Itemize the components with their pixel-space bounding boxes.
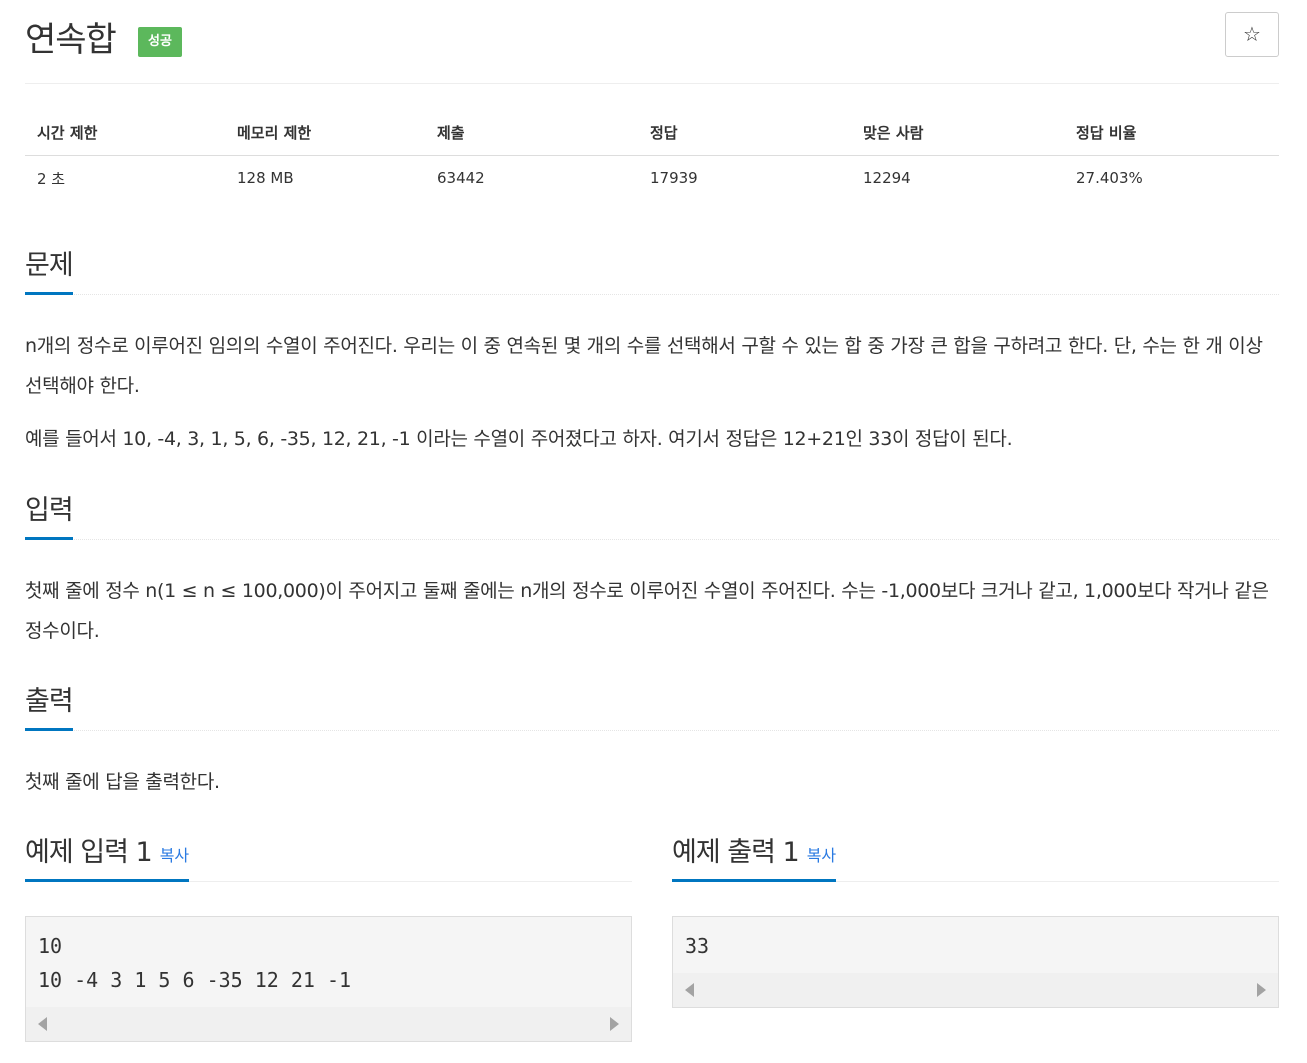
header-solvers: 맞은 사람 xyxy=(851,110,1064,156)
header-time-limit: 시간 제한 xyxy=(25,110,225,156)
sample-input-scrollbar[interactable] xyxy=(26,1007,631,1041)
problem-paragraph-1: n개의 정수로 이루어진 임의의 수열이 주어진다. 우리는 이 중 연속된 몇… xyxy=(25,335,1263,397)
header-ratio: 정답 비율 xyxy=(1064,110,1279,156)
status-badge: 성공 xyxy=(138,27,182,57)
copy-output-link[interactable]: 복사 xyxy=(807,846,836,865)
scroll-right-icon[interactable] xyxy=(610,1017,619,1031)
header-accepted: 정답 xyxy=(638,110,851,156)
output-paragraph: 첫째 줄에 답을 출력한다. xyxy=(25,771,220,793)
sample-input-header: 예제 입력 1 복사 xyxy=(25,830,632,882)
sample-output-box: 33 xyxy=(672,916,1279,1008)
title-row: 연속합 성공 ☆ xyxy=(25,0,1279,84)
problem-info-table: 시간 제한 메모리 제한 제출 정답 맞은 사람 정답 비율 2 초 128 M… xyxy=(25,110,1279,201)
sample-input-heading: 예제 입력 1 xyxy=(25,837,153,868)
header-submissions: 제출 xyxy=(425,110,638,156)
info-header-row: 시간 제한 메모리 제한 제출 정답 맞은 사람 정답 비율 xyxy=(25,110,1279,156)
info-value-row: 2 초 128 MB 63442 17939 12294 27.403% xyxy=(25,155,1279,201)
star-icon: ☆ xyxy=(1243,22,1261,46)
sample-input-line: 10 -4 3 1 5 6 -35 12 21 -1 xyxy=(38,968,352,992)
sample-input-title: 예제 입력 1 복사 xyxy=(25,830,190,882)
output-description: 첫째 줄에 답을 출력한다. xyxy=(25,762,1279,802)
sample-output-scrollbar[interactable] xyxy=(673,973,1278,1007)
value-submissions: 63442 xyxy=(437,169,485,188)
sample-input-box: 10 10 -4 3 1 5 6 -35 12 21 -1 xyxy=(25,916,632,1042)
sample-input-content: 10 10 -4 3 1 5 6 -35 12 21 -1 xyxy=(26,917,631,1007)
sample-input-line: 10 xyxy=(38,934,63,958)
sample-output-content: 33 xyxy=(673,917,1278,973)
problem-title: 연속합 xyxy=(25,20,117,60)
value-memory-limit: 128 MB xyxy=(237,169,294,188)
sample-output-line: 33 xyxy=(685,934,710,958)
copy-input-link[interactable]: 복사 xyxy=(160,846,189,865)
input-section-title: 입력 xyxy=(25,488,74,540)
scroll-right-icon[interactable] xyxy=(1257,983,1266,997)
value-time-limit: 2 초 xyxy=(37,169,66,188)
input-description: 첫째 줄에 정수 n(1 ≤ n ≤ 100,000)이 주어지고 둘째 줄에는… xyxy=(25,571,1279,651)
problem-page: 연속합 성공 ☆ 시간 제한 메모리 제한 제출 정답 맞은 사람 정답 비율 … xyxy=(25,0,1279,1042)
input-section-header: 입력 xyxy=(25,488,1279,540)
output-section-title: 출력 xyxy=(25,679,74,731)
value-accepted: 17939 xyxy=(650,169,698,188)
sample-output-title: 예제 출력 1 복사 xyxy=(672,830,837,882)
star-button[interactable]: ☆ xyxy=(1225,12,1279,57)
value-solvers: 12294 xyxy=(863,169,911,188)
scroll-left-icon[interactable] xyxy=(685,983,694,997)
problem-description: n개의 정수로 이루어진 임의의 수열이 주어진다. 우리는 이 중 연속된 몇… xyxy=(25,326,1279,459)
header-memory-limit: 메모리 제한 xyxy=(225,110,425,156)
scroll-left-icon[interactable] xyxy=(38,1017,47,1031)
input-paragraph: 첫째 줄에 정수 n(1 ≤ n ≤ 100,000)이 주어지고 둘째 줄에는… xyxy=(25,580,1269,642)
sample-output-heading: 예제 출력 1 xyxy=(672,837,800,868)
problem-section-title: 문제 xyxy=(25,243,74,295)
output-section-header: 출력 xyxy=(25,679,1279,731)
problem-paragraph-2: 예를 들어서 10, -4, 3, 1, 5, 6, -35, 12, 21, … xyxy=(25,428,1013,450)
sample-output-header: 예제 출력 1 복사 xyxy=(672,830,1279,882)
problem-section-header: 문제 xyxy=(25,243,1279,295)
value-ratio: 27.403% xyxy=(1076,169,1143,188)
